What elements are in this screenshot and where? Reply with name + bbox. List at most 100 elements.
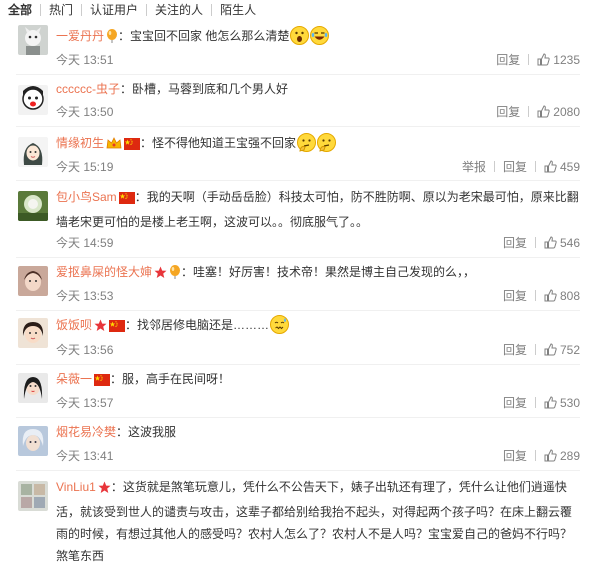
- thumbs-up-icon: [537, 105, 550, 118]
- reply-button[interactable]: 回复: [503, 341, 527, 358]
- reply-button[interactable]: 回复: [503, 447, 527, 464]
- timestamp: 今天 13:56: [56, 343, 114, 357]
- report-button[interactable]: 举报: [462, 158, 486, 175]
- tab-following[interactable]: 关注的人: [147, 0, 211, 20]
- username-link[interactable]: 包小鸟Sam: [56, 190, 117, 204]
- comment-text: cccccc-虫子：卧槽，马蓉到底和几个男人好: [56, 78, 580, 100]
- username-link[interactable]: 爱抠鼻屎的怪大婶: [56, 265, 152, 279]
- vip-crown-icon: [106, 135, 122, 157]
- like-button[interactable]: 752: [544, 343, 580, 357]
- comment-meta: 今天 15:19 举报 回复 459: [56, 158, 580, 175]
- like-button[interactable]: 808: [544, 289, 580, 303]
- comment-actions: 回复 2080: [488, 103, 580, 120]
- avatar[interactable]: [18, 137, 48, 167]
- china-flag-icon: [124, 135, 141, 157]
- action-divider: [534, 344, 536, 355]
- like-button[interactable]: 289: [544, 449, 580, 463]
- tab-verified[interactable]: 认证用户: [82, 0, 146, 20]
- tab-all[interactable]: 全部: [0, 0, 40, 20]
- thinking-emoji: [297, 133, 317, 152]
- laugh-tears-emoji: [310, 26, 330, 45]
- reply-button[interactable]: 回复: [496, 103, 520, 120]
- comment-divider: [16, 180, 580, 181]
- username-link[interactable]: VinLiu1: [56, 480, 96, 494]
- username-link[interactable]: 朵薇一: [56, 372, 92, 386]
- avatar[interactable]: [18, 85, 48, 115]
- timestamp: 今天 13:41: [56, 449, 114, 463]
- star-icon: [94, 317, 107, 339]
- balloon-icon: [106, 28, 118, 50]
- like-button[interactable]: 546: [544, 236, 580, 250]
- shocked-emoji: [290, 26, 310, 45]
- china-flag-icon: [118, 189, 135, 211]
- comment-text: 饭饭呗 ：找邻居修电脑还是………: [56, 314, 580, 339]
- comment-body: ：哇塞！好厉害！技术帝！果然是博主自己发现的么，，: [181, 265, 476, 279]
- thumbs-up-icon: [544, 236, 557, 249]
- avatar[interactable]: [18, 426, 48, 456]
- china-flag-icon: [94, 371, 111, 393]
- username-link[interactable]: cccccc-虫子: [56, 82, 120, 96]
- timestamp: 今天 15:19: [56, 160, 114, 174]
- action-divider: [534, 290, 536, 301]
- comment-divider: [16, 74, 580, 75]
- action-divider: [528, 106, 530, 117]
- reply-button[interactable]: 回复: [496, 51, 520, 68]
- comment-actions: 举报 回复 459: [454, 158, 580, 175]
- comment-actions: 回复 752: [495, 341, 580, 358]
- like-count: 546: [559, 235, 580, 250]
- like-button[interactable]: 1235: [537, 53, 580, 67]
- avatar[interactable]: [18, 373, 48, 403]
- comment-body: ：这货就是煞笔玩意儿，凭什么不公告天下，婊子出轨还有理了，凭什么让他们逍遥快活，…: [56, 480, 573, 563]
- like-count: 808: [559, 288, 580, 303]
- comment-actions: 回复 289: [495, 447, 580, 464]
- thumbs-up-icon: [544, 160, 557, 173]
- reply-button[interactable]: 回复: [503, 287, 527, 304]
- comment-meta: 今天 13:50 回复 2080: [56, 103, 580, 120]
- action-divider: [528, 54, 530, 65]
- like-count: 289: [559, 448, 580, 463]
- thumbs-up-icon: [537, 53, 550, 66]
- username-link[interactable]: 烟花易冷樊: [56, 425, 116, 439]
- avatar[interactable]: [18, 266, 48, 296]
- avatar[interactable]: [18, 318, 48, 348]
- comment-text: 包小鸟Sam ：我的天啊（手动岳岳脸）科技太可怕，防不胜防啊、原以为老宋最可怕，原…: [56, 186, 580, 233]
- comment-actions: 回复 530: [495, 394, 580, 411]
- comment-actions: 回复 808: [495, 287, 580, 304]
- comment-divider: [16, 470, 580, 471]
- comment-text: VinLiu1 ：这货就是煞笔玩意儿，凭什么不公告天下，婊子出轨还有理了，凭什么让…: [56, 476, 580, 563]
- comment-filter-tabs: 全部 热门 认证用户 关注的人 陌生人: [0, 0, 594, 20]
- tab-hot[interactable]: 热门: [41, 0, 81, 20]
- comment-text: 朵薇一 ：服，高手在民间呀！: [56, 368, 580, 393]
- avatar[interactable]: [18, 481, 48, 511]
- action-divider: [534, 237, 536, 248]
- reply-button[interactable]: 回复: [503, 394, 527, 411]
- avatar[interactable]: [18, 25, 48, 55]
- like-button[interactable]: 2080: [537, 105, 580, 119]
- reply-button[interactable]: 回复: [503, 234, 527, 251]
- timestamp: 今天 13:53: [56, 289, 114, 303]
- thumbs-up-icon: [544, 289, 557, 302]
- comment-actions: 回复 1235: [488, 51, 580, 68]
- avatar[interactable]: [18, 191, 48, 221]
- comment-body: ：怪不得他知道王宝强不回家: [140, 136, 297, 150]
- action-divider: [534, 161, 536, 172]
- username-link[interactable]: 饭饭呗: [56, 318, 92, 332]
- comment-meta: 今天 13:51 回复 1235: [56, 51, 580, 68]
- tab-strangers[interactable]: 陌生人: [212, 0, 264, 20]
- timestamp: 今天 13:57: [56, 396, 114, 410]
- username-link[interactable]: 情缘初生: [56, 136, 104, 150]
- comment-text: 爱抠鼻屎的怪大婶 ：哇塞！好厉害！技术帝！果然是博主自己发现的么，，: [56, 261, 580, 286]
- comment-meta: 今天 13:57 回复 530: [56, 394, 580, 411]
- comment-body: ：卧槽，马蓉到底和几个男人好: [120, 82, 289, 96]
- username-link[interactable]: 一爱丹丹: [56, 29, 104, 43]
- action-divider: [534, 397, 536, 408]
- timestamp: 今天 13:51: [56, 53, 114, 67]
- reply-button[interactable]: 回复: [503, 158, 527, 175]
- like-button[interactable]: 530: [544, 396, 580, 410]
- comment-body: ：找邻居修电脑还是………: [125, 318, 270, 332]
- comment-meta: 今天 14:59 回复 546: [56, 234, 580, 251]
- comment-body: ：这波我服: [116, 425, 177, 439]
- like-button[interactable]: 459: [544, 160, 580, 174]
- comment-divider: [16, 417, 580, 418]
- like-count: 459: [559, 159, 580, 174]
